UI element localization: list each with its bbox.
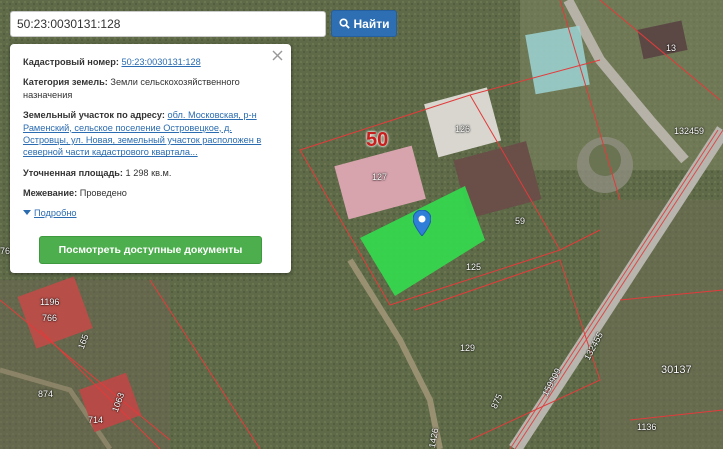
parcel-label: 125 (466, 262, 482, 272)
search-button-label: Найти (353, 16, 390, 31)
parcel-label: 30137 (661, 364, 692, 376)
view-documents-button[interactable]: Посмотреть доступные документы (39, 236, 262, 264)
address-row: Земельный участок по адресу: обл. Москов… (23, 109, 279, 159)
survey-value: Проведено (79, 188, 127, 199)
land-category-label: Категория земель: (23, 77, 108, 88)
cadastral-number-row: Кадастровый номер: 50:23:0030131:128 (23, 56, 279, 68)
address-label: Земельный участок по адресу: (23, 110, 165, 121)
map-pin-icon[interactable] (413, 210, 431, 236)
parcel-label: 1136 (637, 422, 657, 432)
close-icon[interactable] (272, 50, 283, 61)
search-button[interactable]: Найти (331, 10, 397, 37)
cadastral-number-label: Кадастровый номер: (23, 57, 119, 67)
parcel-label: 766 (42, 313, 58, 323)
district-label: 50 (366, 129, 389, 151)
survey-label: Межевание: (23, 188, 78, 199)
parcel-label: 874 (38, 389, 54, 399)
search-input[interactable] (10, 11, 326, 37)
parcel-label: 129 (460, 343, 476, 353)
parcel-label: 59 (515, 216, 526, 226)
parcel-label: 1196 (40, 297, 60, 307)
parcel-label: 714 (88, 415, 104, 425)
survey-row: Межевание: Проведено (23, 187, 279, 199)
land-category-row: Категория земель: Земли сельскохозяйстве… (23, 76, 279, 101)
caret-down-icon (23, 210, 31, 216)
parcel-label: 126 (455, 124, 471, 134)
details-toggle-label: Подробно (34, 207, 77, 218)
details-toggle[interactable]: Подробно (23, 207, 279, 219)
area-label: Уточненная площадь: (23, 167, 123, 178)
search-icon (338, 18, 350, 29)
parcel-info-card: Кадастровый номер: 50:23:0030131:128 Кат… (10, 44, 291, 273)
cadastral-number-link[interactable]: 50:23:0030131:128 (121, 57, 200, 67)
parcel-label: 127 (372, 172, 388, 182)
parcel-label: 132459 (674, 126, 705, 136)
area-value: 1 298 кв.м. (125, 167, 172, 178)
area-row: Уточненная площадь: 1 298 кв.м. (23, 167, 279, 179)
parcel-label: 13 (666, 43, 677, 53)
